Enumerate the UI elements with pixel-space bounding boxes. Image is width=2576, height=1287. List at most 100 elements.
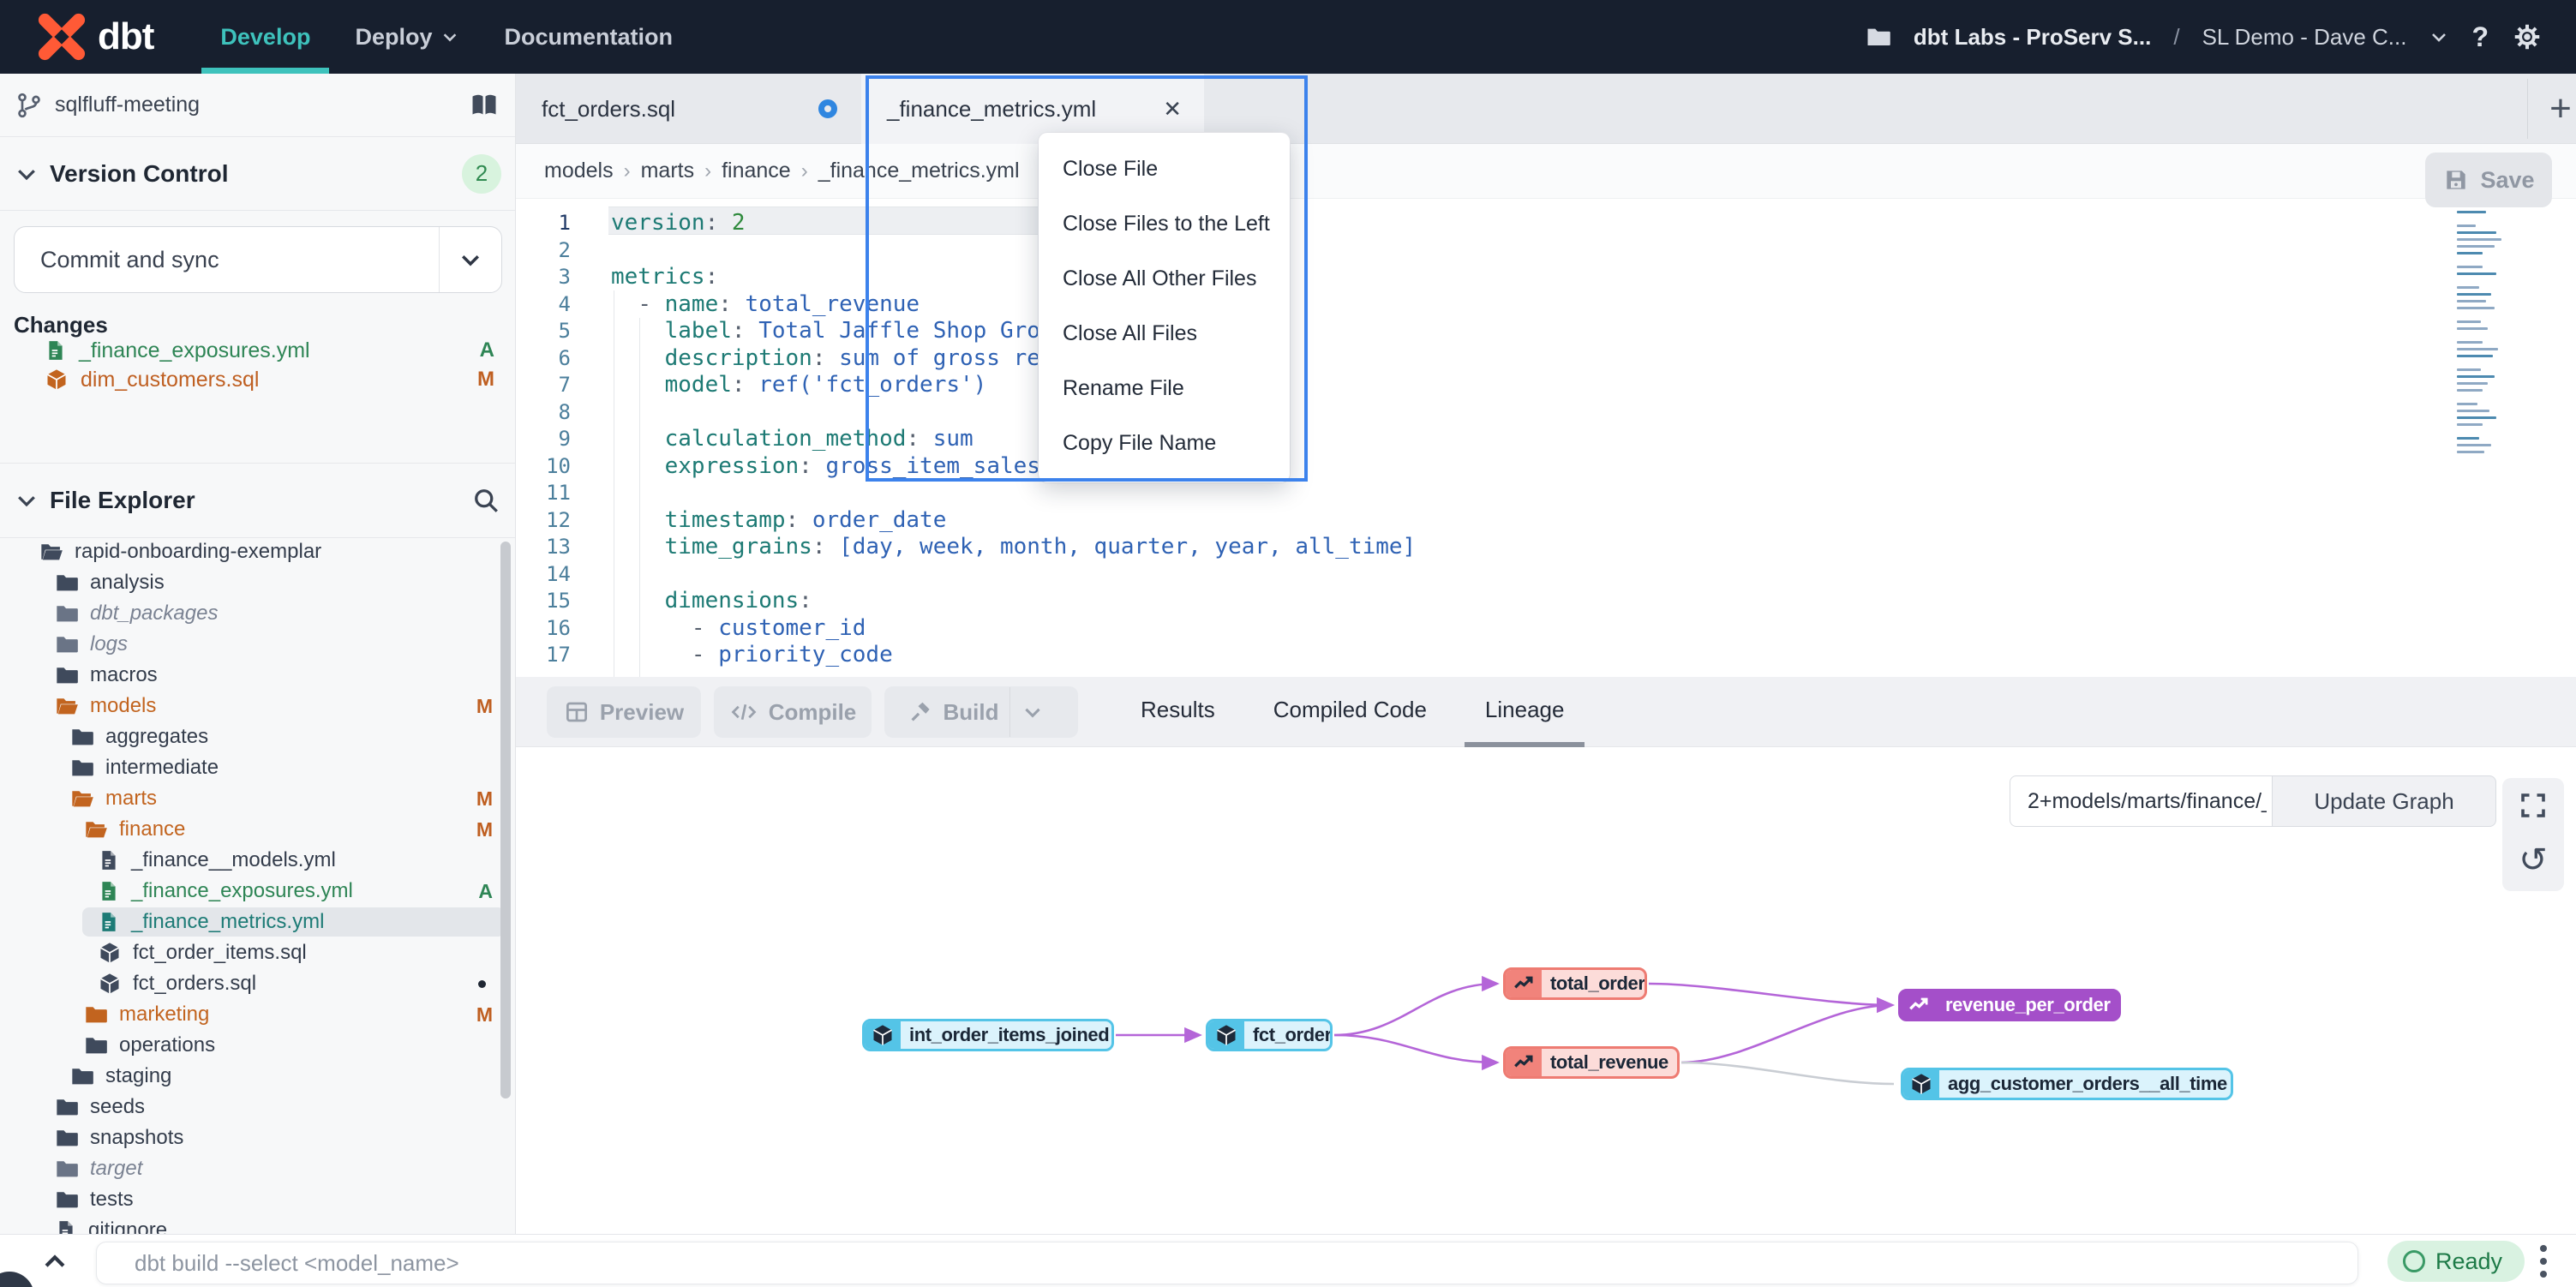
new-tab-button[interactable]: + — [2537, 74, 2576, 144]
tree-item-seeds[interactable]: seeds — [0, 1092, 515, 1122]
tree-item-marketing[interactable]: marketingM — [0, 999, 515, 1030]
lineage-node-int_order_items_joined[interactable]: int_order_items_joined — [862, 1019, 1114, 1051]
editor-minimap[interactable] — [2457, 211, 2521, 494]
git-branch-icon — [15, 92, 43, 119]
version-control-header[interactable]: Version Control 2 — [0, 137, 515, 211]
dbt-cloud-ide: dbt DevelopDeployDocumentation dbt Labs … — [0, 0, 2576, 1287]
tree-status-badge: M — [476, 1003, 493, 1027]
line-number: 11 — [516, 481, 571, 505]
nav-item-deploy[interactable]: Deploy — [332, 0, 482, 74]
code-text: calculation_method: sum — [571, 426, 973, 452]
breadcrumb-item-models[interactable]: models — [544, 159, 614, 183]
code-text: - name: total_revenue — [571, 291, 920, 317]
build-options-chevron-icon[interactable] — [1009, 687, 1056, 737]
lineage-node-agg_customer_orders__all_time[interactable]: agg_customer_orders__all_time — [1901, 1068, 2233, 1100]
lineage-selector-input[interactable] — [2010, 775, 2272, 827]
nav-item-develop[interactable]: Develop — [198, 0, 332, 74]
chevron-down-icon[interactable] — [440, 247, 501, 272]
panel-tab-compiled-code[interactable]: Compiled Code — [1253, 677, 1447, 747]
code-text: - customer_id — [571, 615, 866, 641]
menu-item-rename-file[interactable]: Rename File — [1039, 361, 1290, 416]
tree-item-_finance_exposures.yml[interactable]: _finance_exposures.ymlA — [0, 876, 515, 907]
tree-item-aggregates[interactable]: aggregates — [0, 721, 515, 752]
branch-name: sqlfluff-meeting — [55, 93, 200, 117]
project-name[interactable]: dbt Labs - ProServ S... — [1914, 24, 2151, 51]
tree-item-label: snapshots — [90, 1126, 183, 1150]
tree-item-rapid-onboarding-exemplar[interactable]: rapid-onboarding-exemplar — [0, 536, 515, 567]
tree-item-target[interactable]: target — [0, 1153, 515, 1184]
doc-file-icon — [98, 880, 120, 902]
tree-item-gitignore[interactable]: gitignore — [0, 1215, 515, 1234]
code-line-14: 14 — [516, 560, 2576, 588]
tree-item-label: macros — [90, 663, 158, 687]
editor-tab-fct_orders.sql[interactable]: fct_orders.sql — [516, 74, 861, 144]
lineage-node-fct_orders[interactable]: fct_orders — [1206, 1019, 1333, 1051]
ready-label: Ready — [2435, 1248, 2502, 1275]
change-status-badge: M — [477, 368, 494, 392]
tree-item-_finance_metrics.yml[interactable]: _finance_metrics.yml — [0, 907, 515, 937]
environment-name[interactable]: SL Demo - Dave C... — [2202, 24, 2407, 51]
model-cube-icon — [1903, 1070, 1939, 1098]
menu-item-copy-file-name[interactable]: Copy File Name — [1039, 416, 1290, 470]
menu-item-close-all-files[interactable]: Close All Files — [1039, 306, 1290, 361]
lineage-node-total_revenue[interactable]: total_revenue — [1503, 1046, 1680, 1079]
branch-row[interactable]: sqlfluff-meeting — [0, 74, 515, 137]
lineage-node-revenue_per_order[interactable]: revenue_per_order — [1898, 989, 2121, 1021]
tree-item-macros[interactable]: macros — [0, 660, 515, 691]
commit-and-sync-button[interactable]: Commit and sync — [14, 226, 502, 293]
expand-command-bar-button[interactable] — [31, 1243, 79, 1281]
editor-tab-bar: + fct_orders.sql_finance_metrics.yml✕ — [516, 74, 2576, 144]
tree-item-fct_order_items.sql[interactable]: fct_order_items.sql — [0, 937, 515, 968]
save-button[interactable]: Save — [2425, 153, 2552, 207]
reset-view-button[interactable]: ↺ — [2519, 845, 2548, 879]
tree-item-analysis[interactable]: analysis — [0, 567, 515, 598]
command-input[interactable] — [96, 1242, 2358, 1284]
tree-item-_finance__models.yml[interactable]: _finance__models.yml — [0, 845, 515, 876]
tree-item-tests[interactable]: tests — [0, 1184, 515, 1215]
change-row-_finance_exposures.yml[interactable]: _finance_exposures.ymlA — [0, 336, 515, 365]
panel-tab-lineage[interactable]: Lineage — [1465, 677, 1585, 747]
breadcrumb-item-finance[interactable]: finance — [722, 159, 791, 183]
gear-icon[interactable] — [2511, 21, 2543, 53]
help-icon[interactable]: ? — [2471, 21, 2489, 53]
menu-item-close-files-to-the-left[interactable]: Close Files to the Left — [1039, 196, 1290, 251]
line-number: 17 — [516, 643, 571, 667]
chevron-down-icon[interactable] — [2429, 27, 2449, 47]
tree-item-snapshots[interactable]: snapshots — [0, 1122, 515, 1153]
breadcrumb-item-_finance_metrics.yml[interactable]: _finance_metrics.yml — [818, 159, 1020, 183]
breadcrumb-item-marts[interactable]: marts — [641, 159, 695, 183]
compile-button[interactable]: Compile — [714, 686, 872, 738]
panel-tab-results[interactable]: Results — [1120, 677, 1236, 747]
fullscreen-button[interactable] — [2518, 790, 2549, 821]
docs-book-icon[interactable] — [469, 90, 500, 121]
file-tree-scrollbar[interactable] — [500, 542, 511, 1098]
code-editor[interactable]: 1version: 223metrics:4 - name: total_rev… — [516, 199, 2576, 677]
preview-button[interactable]: Preview — [547, 686, 701, 738]
file-tree: rapid-onboarding-exemplaranalysisdbt_pac… — [0, 536, 515, 1234]
dbt-brand[interactable]: dbt — [34, 9, 153, 64]
folder-icon — [55, 1095, 79, 1119]
tree-item-dbt_packages[interactable]: dbt_packages — [0, 598, 515, 629]
menu-item-close-all-other-files[interactable]: Close All Other Files — [1039, 251, 1290, 306]
search-icon[interactable] — [470, 485, 501, 516]
build-button[interactable]: Build — [884, 686, 1078, 738]
tree-item-staging[interactable]: staging — [0, 1061, 515, 1092]
line-number: 2 — [516, 238, 571, 262]
tree-item-models[interactable]: modelsM — [0, 691, 515, 721]
menu-item-close-file[interactable]: Close File — [1039, 141, 1290, 196]
tree-item-label: fct_orders.sql — [133, 972, 256, 996]
tree-item-intermediate[interactable]: intermediate — [0, 752, 515, 783]
tree-item-operations[interactable]: operations — [0, 1030, 515, 1061]
tree-item-logs[interactable]: logs — [0, 629, 515, 660]
tree-item-marts[interactable]: martsM — [0, 783, 515, 814]
model-file-icon — [98, 972, 122, 996]
lineage-node-total_orders[interactable]: total_orders — [1503, 967, 1647, 1000]
kebab-menu-icon[interactable] — [2526, 1242, 2561, 1281]
tree-item-fct_orders.sql[interactable]: fct_orders.sql — [0, 968, 515, 999]
nav-item-documentation[interactable]: Documentation — [482, 0, 695, 74]
change-row-dim_customers.sql[interactable]: dim_customers.sqlM — [0, 365, 515, 394]
close-tab-icon[interactable]: ✕ — [1163, 96, 1182, 123]
tree-item-finance[interactable]: financeM — [0, 814, 515, 845]
file-explorer-header[interactable]: File Explorer — [0, 463, 515, 538]
update-graph-button[interactable]: Update Graph — [2272, 775, 2496, 827]
